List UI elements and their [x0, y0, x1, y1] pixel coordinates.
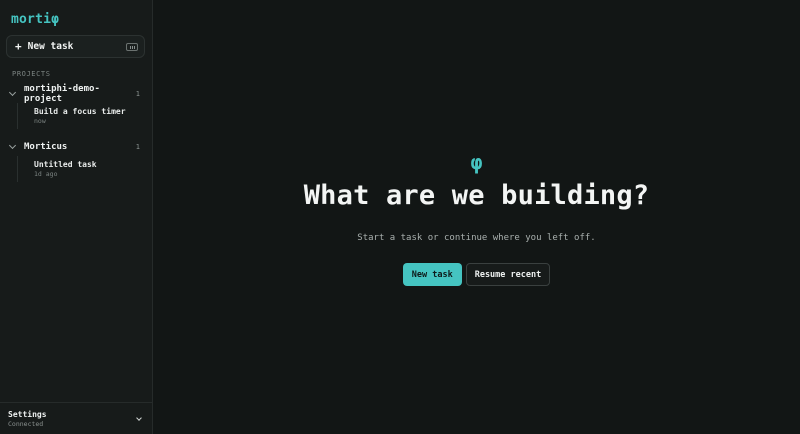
- new-task-label: New task: [27, 41, 74, 52]
- page-title: What are we building?: [303, 180, 650, 211]
- plus-icon: +: [15, 40, 22, 53]
- sidebar: mortiφ + New task PROJECTS mortiphi-demo…: [0, 0, 153, 434]
- main-panel: φ What are we building? Start a task or …: [153, 0, 800, 434]
- task-title: Build a focus timer: [34, 107, 126, 116]
- projects-section-title: PROJECTS: [12, 70, 51, 78]
- resume-recent-button[interactable]: Resume recent: [465, 263, 551, 286]
- new-task-primary-button[interactable]: New task: [402, 263, 462, 286]
- task-title: Untitled task: [34, 160, 97, 169]
- project-name: mortiphi-demo-project: [24, 84, 100, 104]
- chevron-down-icon: [8, 88, 17, 97]
- task-timestamp: now: [34, 117, 46, 125]
- task-list: Build a focus timer now: [17, 103, 152, 129]
- task-list: Untitled task 1d ago: [17, 156, 152, 182]
- project-name: Morticus: [24, 142, 68, 152]
- task-item[interactable]: Untitled task 1d ago: [34, 156, 152, 182]
- settings-button[interactable]: Settings Connected: [0, 402, 152, 434]
- chevron-down-icon: [8, 141, 17, 150]
- action-buttons: New task Resume recent: [153, 263, 800, 286]
- phi-logo-icon: φ: [470, 150, 483, 174]
- project-group: Morticus 1 Untitled task 1d ago: [0, 140, 152, 182]
- keyboard-icon: [126, 42, 138, 51]
- connection-status: Connected: [8, 419, 44, 428]
- project-task-count: 1: [135, 90, 140, 98]
- task-item[interactable]: Build a focus timer now: [34, 103, 152, 129]
- settings-title: Settings: [8, 409, 47, 419]
- app-logo[interactable]: mortiφ: [11, 12, 59, 27]
- project-header[interactable]: mortiphi-demo-project 1: [0, 84, 152, 104]
- task-timestamp: 1d ago: [34, 170, 58, 178]
- new-task-button[interactable]: + New task: [6, 35, 145, 58]
- project-task-count: 1: [135, 143, 140, 151]
- settings-text: Settings Connected: [8, 410, 137, 428]
- project-header[interactable]: Morticus 1: [0, 140, 152, 154]
- app-window: mortiφ + New task PROJECTS mortiphi-demo…: [0, 0, 800, 434]
- project-group: mortiphi-demo-project 1 Build a focus ti…: [0, 84, 152, 129]
- page-subtitle: Start a task or continue where you left …: [357, 233, 596, 243]
- chevron-down-icon: [136, 414, 142, 421]
